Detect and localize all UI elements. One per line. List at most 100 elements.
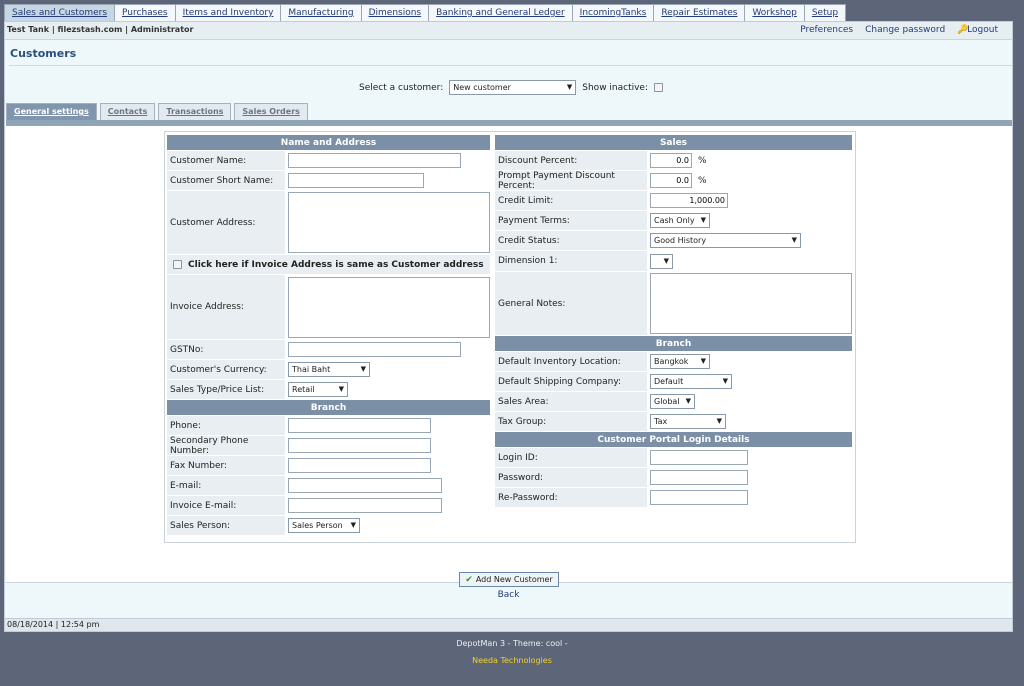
same-address-checkbox[interactable] <box>173 260 182 269</box>
sales-area-select[interactable]: Global ▼ <box>650 394 695 409</box>
payment-terms-value: Cash Only <box>654 216 695 225</box>
login-id-input[interactable] <box>650 450 748 465</box>
change-password-link[interactable]: Change password <box>865 25 945 35</box>
right-branch-header: Branch <box>495 336 852 352</box>
tab-dimensions[interactable]: Dimensions <box>360 4 430 21</box>
sales-type-label: Sales Type/Price List: <box>167 380 285 399</box>
sales-area-value: Global <box>654 397 680 406</box>
phone-input[interactable] <box>288 418 431 433</box>
invoice-address-textarea[interactable] <box>288 276 490 338</box>
secondary-phone-input[interactable] <box>288 438 431 453</box>
customer-address-textarea[interactable] <box>288 192 490 253</box>
re-password-label: Re-Password: <box>495 488 647 507</box>
currency-select[interactable]: Thai Baht ▼ <box>288 362 370 377</box>
logout-link[interactable]: 🔑Logout <box>957 25 998 35</box>
left-branch-header: Branch <box>167 400 490 416</box>
fax-input[interactable] <box>288 458 431 473</box>
password-input[interactable] <box>650 470 748 485</box>
prompt-percent-sign: % <box>698 175 707 186</box>
customer-address-label: Customer Address: <box>167 191 285 254</box>
tab-transactions[interactable]: Transactions <box>158 103 232 120</box>
customer-form: Name and Address Customer Name: Customer… <box>164 131 856 543</box>
credit-limit-input[interactable] <box>650 193 728 208</box>
prompt-discount-label: Prompt Payment Discount Percent: <box>495 171 647 191</box>
sales-area-label: Sales Area: <box>495 392 647 411</box>
preferences-link[interactable]: Preferences <box>800 25 853 35</box>
tab-manufacturing[interactable]: Manufacturing <box>280 4 362 21</box>
gstno-input[interactable] <box>288 342 461 357</box>
customer-selector-row: Select a customer: New customer ▼ Show in… <box>359 80 664 95</box>
tab-sales-and-customers[interactable]: Sales and Customers <box>4 4 116 21</box>
login-id-label: Login ID: <box>495 448 647 467</box>
tab-banking[interactable]: Banking and General Ledger <box>428 4 573 21</box>
prompt-discount-input[interactable] <box>650 173 692 188</box>
invoice-email-label: Invoice E-mail: <box>167 496 285 515</box>
invoice-email-input[interactable] <box>288 498 442 513</box>
chevron-down-icon: ▼ <box>360 365 366 373</box>
tab-general-settings[interactable]: General settings <box>6 103 97 120</box>
title-divider <box>9 65 1012 66</box>
tab-repair-estimates[interactable]: Repair Estimates <box>653 4 746 21</box>
customer-select[interactable]: New customer ▼ <box>449 80 577 95</box>
payment-terms-select[interactable]: Cash Only ▼ <box>650 213 710 228</box>
email-input[interactable] <box>288 478 442 493</box>
right-column: Sales Discount Percent:% Prompt Payment … <box>495 135 852 508</box>
logout-label: Logout <box>967 25 998 35</box>
select-customer-label: Select a customer: <box>359 82 444 93</box>
password-label: Password: <box>495 468 647 487</box>
tab-workshop[interactable]: Workshop <box>744 4 805 21</box>
inventory-location-select[interactable]: Bangkok ▼ <box>650 354 710 369</box>
tab-content: Name and Address Customer Name: Customer… <box>6 126 1012 587</box>
check-icon: ✔ <box>465 574 473 585</box>
sales-person-label: Sales Person: <box>167 516 285 535</box>
tax-group-label: Tax Group: <box>495 412 647 431</box>
tab-setup[interactable]: Setup <box>803 4 847 21</box>
credit-limit-label: Credit Limit: <box>495 191 647 210</box>
sub-tabs: General settings Contacts Transactions S… <box>6 103 311 120</box>
footer-company-link[interactable]: Needa Technologies <box>0 656 1024 665</box>
chevron-down-icon: ▼ <box>663 256 669 265</box>
chevron-down-icon: ▼ <box>722 377 728 385</box>
chevron-down-icon: ▼ <box>566 83 573 91</box>
inventory-location-value: Bangkok <box>654 357 689 366</box>
shipping-company-select[interactable]: Default ▼ <box>650 374 732 389</box>
tab-incoming-tanks[interactable]: IncomingTanks <box>571 4 655 21</box>
chevron-down-icon: ▼ <box>685 397 691 405</box>
tab-purchases[interactable]: Purchases <box>114 4 176 21</box>
name-address-header: Name and Address <box>167 135 490 151</box>
dimension-label: Dimension 1: <box>495 251 647 271</box>
customer-short-name-label: Customer Short Name: <box>167 171 285 190</box>
chevron-down-icon: ▼ <box>338 385 344 393</box>
show-inactive-label: Show inactive: <box>582 82 649 93</box>
chevron-down-icon: ▼ <box>791 236 797 244</box>
credit-status-select[interactable]: Good History ▼ <box>650 233 801 248</box>
credit-status-label: Credit Status: <box>495 231 647 250</box>
show-inactive-checkbox[interactable] <box>654 83 664 92</box>
tax-group-select[interactable]: Tax ▼ <box>650 414 726 429</box>
dimension-select[interactable]: ▼ <box>650 253 673 269</box>
general-notes-textarea[interactable] <box>650 273 852 334</box>
re-password-input[interactable] <box>650 490 748 505</box>
general-notes-label: General Notes: <box>495 272 647 335</box>
tab-sales-orders[interactable]: Sales Orders <box>234 103 308 120</box>
shipping-company-label: Default Shipping Company: <box>495 372 647 391</box>
payment-terms-label: Payment Terms: <box>495 211 647 230</box>
sales-type-value: Retail <box>292 385 315 394</box>
tab-contacts[interactable]: Contacts <box>99 103 156 120</box>
sales-type-select[interactable]: Retail ▼ <box>288 382 348 397</box>
discount-input[interactable] <box>650 153 692 168</box>
sales-person-select[interactable]: Sales Person ▼ <box>288 518 360 533</box>
customer-short-name-input[interactable] <box>288 173 424 188</box>
user-bar: Test Tank | filezstash.com | Administrat… <box>5 22 1012 40</box>
shipping-company-value: Default <box>654 377 684 386</box>
customer-name-input[interactable] <box>288 153 461 168</box>
tab-items-and-inventory[interactable]: Items and Inventory <box>174 4 282 21</box>
main-menu: Sales and Customers Purchases Items and … <box>4 4 847 21</box>
back-link[interactable]: Back <box>5 590 1012 600</box>
add-new-customer-button[interactable]: ✔ Add New Customer <box>459 572 559 587</box>
chevron-down-icon: ▼ <box>700 357 706 365</box>
email-label: E-mail: <box>167 476 285 495</box>
portal-header: Customer Portal Login Details <box>495 432 852 448</box>
add-new-customer-label: Add New Customer <box>475 575 553 584</box>
sales-person-value: Sales Person <box>292 521 343 530</box>
